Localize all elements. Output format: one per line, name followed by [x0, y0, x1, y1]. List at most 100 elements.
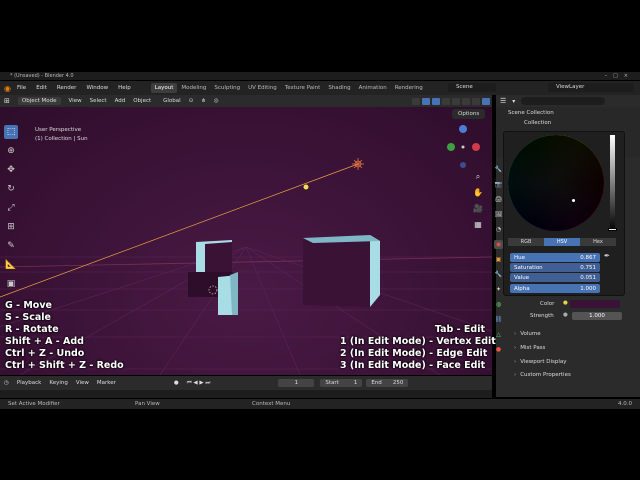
tool-tab-icon[interactable]: 🔧	[494, 165, 503, 174]
options-dropdown[interactable]: Options	[452, 109, 486, 119]
tab-modeling[interactable]: Modeling	[177, 83, 210, 93]
window-controls[interactable]: –□×	[605, 73, 634, 79]
tab-sculpting[interactable]: Sculpting	[210, 83, 244, 93]
menu-window[interactable]: Window	[86, 85, 108, 91]
constraints-tab-icon[interactable]: ⛓	[494, 315, 503, 324]
grid-projection-icon[interactable]: ▦	[472, 220, 484, 232]
overlay-toggle-icon[interactable]	[432, 97, 440, 105]
zoom-icon[interactable]: ⌕	[472, 172, 484, 184]
mode-selector[interactable]: Object Mode	[17, 97, 61, 105]
menu-object[interactable]: Object	[133, 98, 151, 104]
material-tab-icon[interactable]: ●	[494, 345, 503, 354]
camera-view-icon[interactable]: 🎥	[472, 204, 484, 216]
value-field[interactable]: Value 0.051	[510, 273, 600, 282]
world-color-swatch[interactable]	[570, 300, 620, 308]
section-mist-pass[interactable]: Mist Pass	[514, 345, 545, 351]
xray-toggle-icon[interactable]	[442, 97, 450, 105]
shading-solid-icon[interactable]	[462, 97, 470, 105]
filter-icon[interactable]: ▾	[512, 98, 515, 105]
view-layer-tab-icon[interactable]: 🖼	[494, 210, 503, 219]
scene-collection-row[interactable]: Scene Collection	[508, 110, 554, 116]
blender-logo-icon[interactable]: ◉	[4, 84, 11, 93]
editor-type-icon[interactable]: ⊞	[4, 97, 10, 105]
select-box-tool-icon[interactable]: ⬚	[4, 125, 18, 139]
menu-marker[interactable]: Marker	[97, 380, 116, 386]
snap-icon[interactable]: ⋔	[201, 98, 206, 104]
add-cube-tool-icon[interactable]: ▣	[4, 277, 18, 291]
saturation-field[interactable]: Saturation 0.751	[510, 263, 600, 272]
menu-file[interactable]: File	[17, 85, 26, 91]
object-tab-icon[interactable]: ▣	[494, 255, 503, 264]
shading-material-icon[interactable]	[472, 97, 480, 105]
sun-handle[interactable]	[303, 184, 309, 190]
eyedropper-icon[interactable]: ✒	[604, 252, 610, 260]
menu-edit[interactable]: Edit	[36, 85, 47, 91]
section-custom-properties[interactable]: Custom Properties	[514, 372, 571, 378]
tab-texture-paint[interactable]: Texture Paint	[281, 83, 325, 93]
gizmo-toggle-icon[interactable]	[422, 97, 430, 105]
transform-tool-icon[interactable]: ⊞	[4, 220, 18, 234]
timeline-editor-icon[interactable]: ◷	[4, 380, 9, 386]
pivot-icon[interactable]: ⊙	[189, 98, 194, 104]
pan-hand-icon[interactable]: ✋	[472, 188, 484, 200]
timeline-scrub-area[interactable]	[0, 390, 492, 398]
outliner-editor-icon[interactable]: ☰	[500, 97, 506, 105]
tab-hsv[interactable]: HSV	[544, 238, 580, 246]
menu-help[interactable]: Help	[118, 85, 131, 91]
rotate-tool-icon[interactable]: ↻	[4, 182, 18, 196]
tab-uv-editing[interactable]: UV Editing	[244, 83, 281, 93]
menu-timeline-view[interactable]: View	[76, 380, 89, 386]
tab-shading[interactable]: Shading	[324, 83, 354, 93]
scene-tab-icon[interactable]: ◔	[494, 225, 503, 234]
menu-select[interactable]: Select	[90, 98, 107, 104]
move-tool-icon[interactable]: ✥	[4, 163, 18, 177]
physics-tab-icon[interactable]: ◍	[494, 300, 503, 309]
tab-rgb[interactable]: RGB	[508, 238, 544, 246]
annotate-tool-icon[interactable]: ✎	[4, 239, 18, 253]
strength-socket-icon[interactable]: ●	[563, 312, 568, 318]
sun-lamp-icon[interactable]	[352, 158, 364, 170]
section-viewport-display[interactable]: Viewport Display	[514, 359, 566, 365]
color-wheel-cursor[interactable]	[572, 199, 575, 202]
strength-field[interactable]: 1.000	[572, 312, 622, 320]
record-icon[interactable]: ●	[174, 380, 179, 386]
scene-selector[interactable]: Scene	[448, 83, 496, 92]
current-frame-field[interactable]: 1	[278, 379, 315, 387]
visibility-icon[interactable]	[412, 97, 420, 105]
navigation-gizmo[interactable]	[447, 125, 480, 168]
color-socket-icon[interactable]: ●	[563, 300, 568, 306]
cursor-tool-icon[interactable]: ⊕	[4, 144, 18, 158]
value-slider-handle[interactable]	[608, 228, 617, 231]
particles-tab-icon[interactable]: ✦	[494, 285, 503, 294]
playback-controls-icon[interactable]: ⏮ ◀ ▶ ⏭	[187, 380, 211, 387]
proportional-edit-icon[interactable]: ◎	[214, 98, 219, 104]
data-tab-icon[interactable]: △	[494, 330, 503, 339]
transform-orientation-selector[interactable]: Global	[163, 98, 181, 104]
menu-keying[interactable]: Keying	[49, 380, 67, 386]
outliner-search-input[interactable]	[521, 97, 606, 105]
scale-tool-icon[interactable]: ⤢	[4, 201, 18, 215]
shading-rendered-icon[interactable]	[482, 97, 490, 105]
menu-add[interactable]: Add	[115, 98, 126, 104]
menu-render[interactable]: Render	[57, 85, 77, 91]
tab-rendering[interactable]: Rendering	[391, 83, 427, 93]
render-tab-icon[interactable]: 📷	[494, 180, 503, 189]
view-layer-selector[interactable]: ViewLayer	[548, 83, 634, 92]
world-tab-icon[interactable]: ◉	[494, 240, 503, 249]
cube-object[interactable]	[303, 235, 380, 307]
tab-animation[interactable]: Animation	[355, 83, 391, 93]
tab-layout[interactable]: Layout	[150, 83, 178, 93]
menu-playback[interactable]: Playback	[17, 380, 42, 386]
tab-hex[interactable]: Hex	[580, 238, 616, 246]
output-tab-icon[interactable]: 🖨	[494, 195, 503, 204]
value-slider[interactable]	[610, 135, 615, 231]
hue-field[interactable]: Hue 0.867	[510, 253, 600, 262]
alpha-field[interactable]: Alpha 1.000	[510, 284, 600, 293]
section-volume[interactable]: Volume	[514, 331, 540, 337]
measure-tool-icon[interactable]: 📐	[4, 258, 18, 272]
start-frame-field[interactable]: Start 1	[320, 379, 363, 387]
collection-row[interactable]: Collection	[524, 120, 551, 126]
end-frame-field[interactable]: End 250	[366, 379, 409, 387]
l-shape-object[interactable]	[188, 240, 238, 315]
modifier-tab-icon[interactable]: 🔧	[494, 270, 503, 279]
